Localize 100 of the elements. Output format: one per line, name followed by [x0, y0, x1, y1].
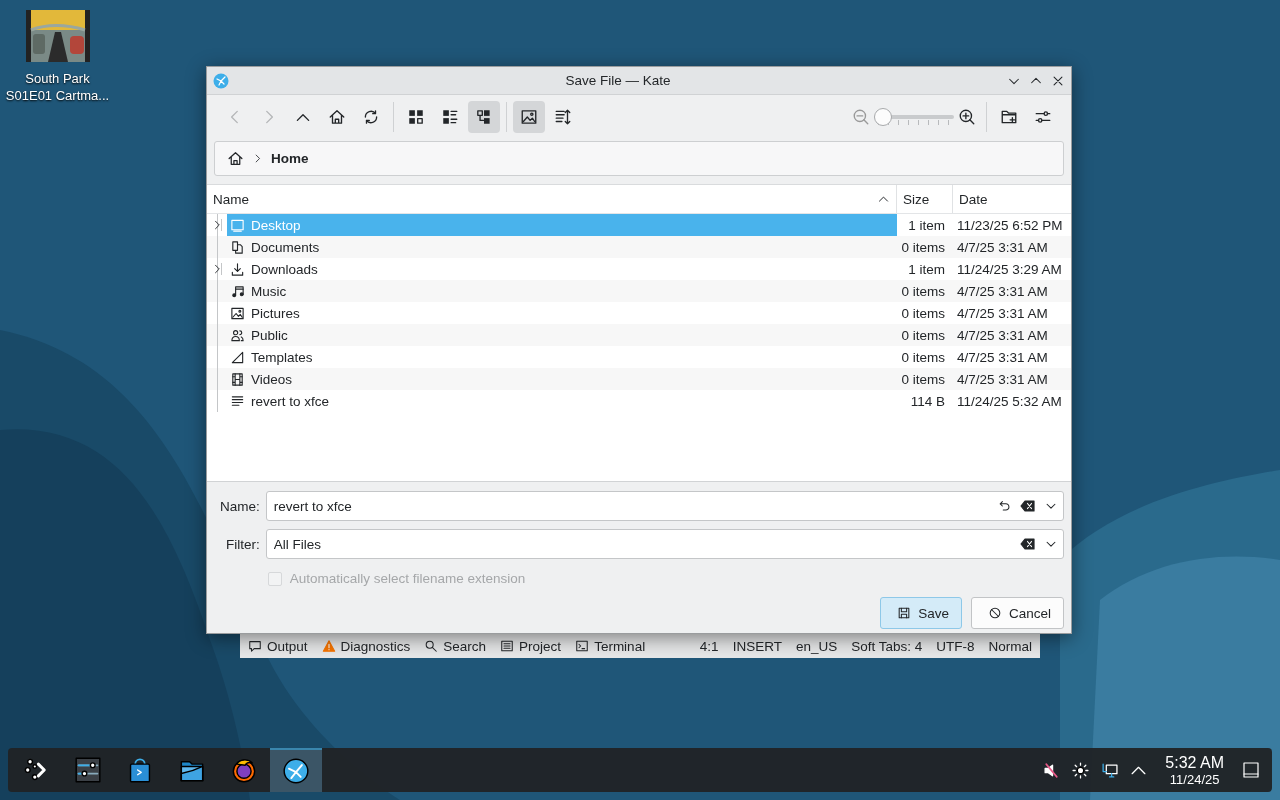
list-icon — [500, 639, 515, 653]
square-icon — [1242, 761, 1260, 779]
cancel-icon — [987, 606, 1002, 620]
file-date: 11/24/25 3:29 AM — [957, 261, 1062, 277]
zoom-in-button[interactable] — [958, 108, 976, 126]
column-header[interactable]: Size — [897, 185, 953, 213]
file-item[interactable]: Public — [227, 324, 897, 346]
file-name: Downloads — [251, 261, 318, 277]
sort-icon — [554, 108, 572, 126]
file-date: 4/7/25 3:31 AM — [957, 371, 1048, 387]
status-text[interactable]: 4:1 — [699, 638, 719, 654]
zoom-in-icon — [958, 108, 976, 126]
film-icon — [230, 371, 245, 387]
image-icon — [520, 108, 538, 126]
tree-view-icon — [475, 108, 493, 126]
show-desktop-button[interactable] — [1242, 761, 1260, 779]
file-size: 0 items — [901, 283, 945, 299]
file-item[interactable]: Music — [227, 280, 897, 302]
music-note-icon — [230, 283, 245, 299]
terminal-icon — [575, 639, 590, 653]
file-name: revert to xfce — [251, 393, 330, 409]
preview-button[interactable] — [513, 101, 545, 133]
sliders-icon — [75, 757, 101, 783]
panel-tab[interactable]: Output — [248, 638, 308, 654]
people-icon — [230, 327, 245, 343]
tray-button[interactable] — [1072, 761, 1090, 779]
breadcrumb-item[interactable]: Home — [271, 151, 309, 166]
browser-icon — [231, 757, 257, 783]
tree-view-button[interactable] — [468, 101, 500, 133]
triangle-ruler-icon — [230, 349, 245, 365]
file-date: 4/7/25 3:31 AM — [957, 283, 1048, 299]
status-text[interactable]: INSERT — [732, 638, 782, 654]
filter-field[interactable]: All Files — [265, 529, 1064, 559]
column-header[interactable]: Date — [953, 185, 1071, 213]
zoom-out-icon — [852, 108, 870, 126]
tray-button[interactable] — [1101, 761, 1119, 779]
taskbar-button[interactable] — [270, 748, 322, 792]
location-bar[interactable]: Home — [214, 141, 1064, 176]
monitor-icon — [230, 217, 245, 233]
settings-icon — [1034, 108, 1052, 126]
file-name: Pictures — [251, 305, 300, 321]
clear-icon — [1020, 498, 1036, 514]
zoom-slider[interactable] — [874, 108, 954, 126]
file-date: 4/7/25 3:31 AM — [957, 349, 1048, 365]
file-date: 11/24/25 5:32 AM — [957, 393, 1062, 409]
text-file-icon — [230, 393, 245, 409]
new-folder-icon — [1000, 108, 1018, 126]
status-text[interactable]: en_US — [795, 638, 838, 654]
panel-tab[interactable]: Search — [424, 638, 487, 654]
slider-thumb[interactable] — [874, 108, 892, 126]
file-size: 0 items — [901, 305, 945, 321]
status-text[interactable]: UTF-8 — [936, 638, 975, 654]
documents-icon — [230, 239, 245, 255]
file-size: 0 items — [901, 327, 945, 343]
file-item[interactable]: Documents — [227, 236, 897, 258]
app-icon — [213, 72, 229, 89]
shopping-bag-icon — [127, 757, 153, 783]
file-date: 11/23/25 6:52 PM — [957, 217, 1063, 233]
file-size: 1 item — [908, 217, 945, 233]
file-name: Templates — [251, 349, 313, 365]
image-icon — [230, 305, 245, 321]
home-icon — [227, 150, 244, 167]
file-date: 4/7/25 3:31 AM — [957, 327, 1048, 343]
file-date: 4/7/25 3:31 AM — [957, 239, 1048, 255]
field-label: Name: — [219, 498, 260, 514]
launcher-icon — [23, 757, 49, 783]
file-name: Music — [251, 283, 287, 299]
file-label[interactable]: South Park S01E01 Cartma... — [5, 70, 110, 104]
window-title: Save File — Kate — [564, 73, 672, 88]
file-name: Desktop — [251, 217, 301, 233]
panel-tab[interactable]: Project — [500, 638, 562, 654]
file-item[interactable]: Downloads — [227, 258, 897, 280]
undo-icon — [998, 499, 1012, 513]
column-header[interactable]: Name — [207, 185, 897, 213]
panel-tab[interactable]: Terminal — [575, 638, 646, 654]
search-icon — [424, 639, 439, 653]
file-size: 1 item — [908, 261, 945, 277]
panel-tab[interactable]: Diagnostics — [321, 638, 411, 654]
clock[interactable]: 5:32 AM 11/24/25 — [1165, 753, 1224, 787]
status-text[interactable]: Soft Tabs: 4 — [851, 638, 923, 654]
clear-icon — [1020, 536, 1036, 552]
file-item[interactable]: Videos — [227, 368, 897, 390]
file-name: Documents — [251, 239, 320, 255]
bird-icon — [283, 758, 309, 784]
file-size: 114 B — [910, 393, 945, 409]
warning-icon — [321, 639, 336, 653]
file-item[interactable]: Templates — [227, 346, 897, 368]
status-text[interactable]: Normal — [988, 638, 1032, 654]
file-size: 0 items — [901, 371, 945, 387]
monitor-icon — [1101, 761, 1119, 779]
save-button[interactable]: Save — [880, 597, 962, 629]
download-icon — [230, 261, 245, 277]
file-item[interactable]: revert to xfce — [227, 390, 897, 412]
field-label: Filter: — [225, 536, 260, 552]
save-icon — [897, 606, 912, 620]
file-item[interactable]: Pictures — [227, 302, 897, 324]
file-name: Public — [251, 327, 288, 343]
name-field[interactable]: revert to xfce — [265, 491, 1064, 521]
list-view-icon — [441, 108, 459, 126]
cancel-button[interactable]: Cancel — [970, 597, 1064, 629]
